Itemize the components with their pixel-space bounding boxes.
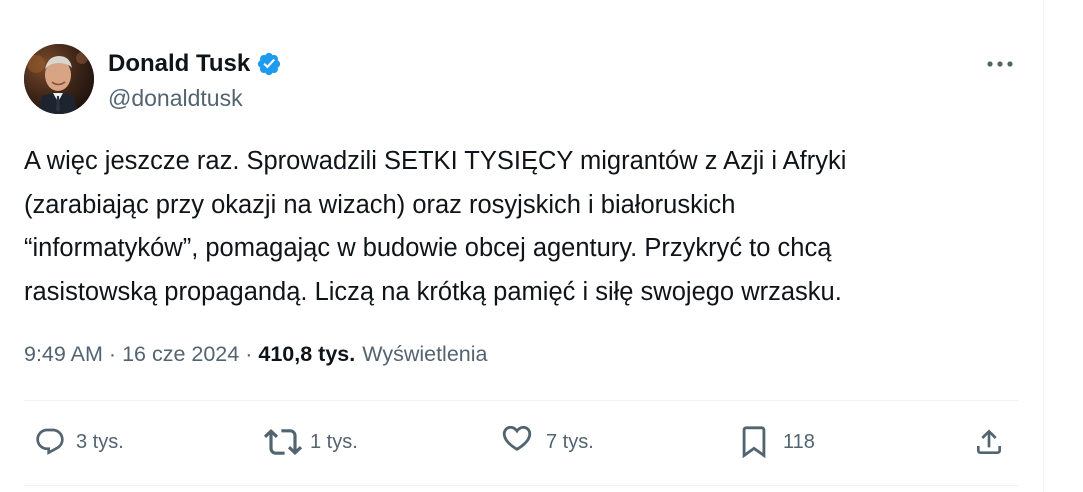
- like-count: 7 tys.: [546, 430, 594, 453]
- reply-icon: [36, 428, 64, 455]
- share-icon: [977, 429, 1001, 454]
- tweet-text-line: “informatyków”, pomagając w budowie obce…: [24, 234, 832, 262]
- tweet-text-line: (zarabiając przy okazji na wizach) oraz …: [24, 190, 736, 219]
- user-handle[interactable]: @donaldtusk: [108, 83, 282, 113]
- reply-button[interactable]: 3 tys.: [34, 420, 124, 464]
- author-block: Donald Tusk @donaldtusk: [108, 48, 282, 113]
- tweet-time[interactable]: 9:49 AM: [24, 342, 103, 367]
- retweet-button[interactable]: 1 tys.: [263, 420, 358, 464]
- like-button[interactable]: 7 tys.: [500, 420, 594, 464]
- retweet-icon: [263, 429, 303, 455]
- divider: [24, 400, 1019, 401]
- heart-icon: [502, 426, 532, 451]
- tweet-text: A więc jeszcze raz. Sprowadzili SETKI TY…: [24, 140, 1024, 314]
- name-row: Donald Tusk: [108, 48, 282, 80]
- reply-count: 3 tys.: [76, 430, 124, 453]
- avatar-photo: [24, 44, 94, 114]
- meta-separator: ·: [108, 341, 117, 366]
- tweet-text-line: A więc jeszcze raz. Sprowadzili SETKI TY…: [24, 147, 847, 175]
- verified-badge-icon[interactable]: [256, 51, 282, 77]
- retweet-count: 1 tys.: [310, 430, 358, 453]
- display-name[interactable]: Donald Tusk: [108, 48, 250, 80]
- action-bar: 3 tys. 1 tys. 7 tys. 118: [24, 420, 1019, 464]
- bookmark-button[interactable]: 118: [739, 420, 815, 464]
- tweet-text-line: rasistowską propagandą. Liczą na krótką …: [24, 277, 842, 306]
- tweet-detail: Donald Tusk @donaldtusk A więc jeszcze r…: [0, 0, 1043, 492]
- bookmark-icon: [742, 426, 766, 459]
- sidebar-edge: [1044, 0, 1083, 492]
- avatar[interactable]: [24, 44, 94, 114]
- tweet-date[interactable]: 16 cze 2024: [122, 342, 239, 367]
- bookmark-count: 118: [783, 430, 815, 453]
- divider: [24, 485, 1019, 486]
- share-button[interactable]: [973, 420, 1005, 464]
- more-dots-icon: [987, 61, 1013, 67]
- views-label[interactable]: Wyświetlenia: [362, 342, 487, 367]
- more-options-button[interactable]: [984, 52, 1016, 76]
- tweet-meta: 9:49 AM · 16 cze 2024 · 410,8 tys. Wyświ…: [24, 337, 487, 371]
- views-count[interactable]: 410,8 tys.: [258, 342, 355, 367]
- tweet-page: Donald Tusk @donaldtusk A więc jeszcze r…: [0, 0, 1083, 492]
- meta-separator: ·: [245, 341, 253, 366]
